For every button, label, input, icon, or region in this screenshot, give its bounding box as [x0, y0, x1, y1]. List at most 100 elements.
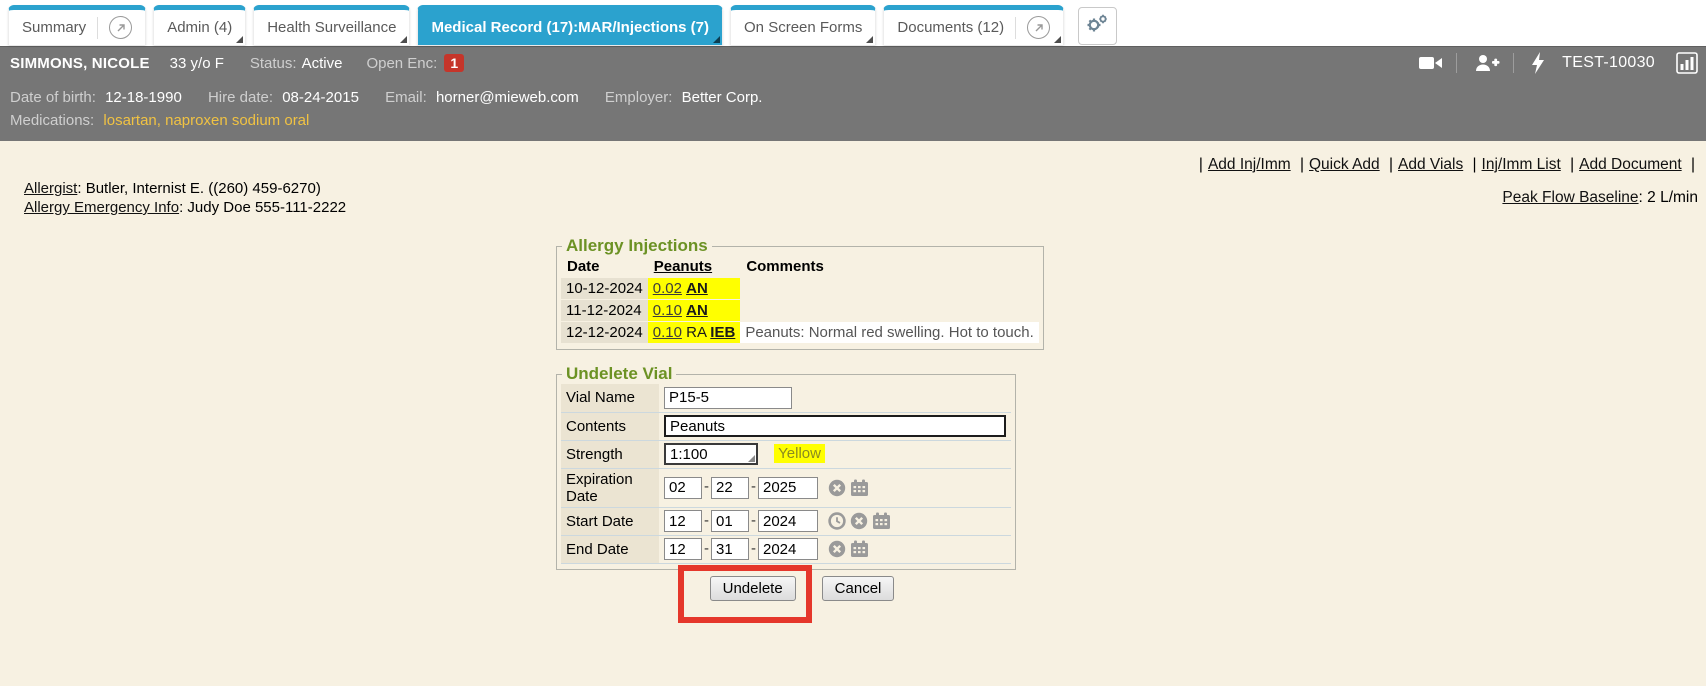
- calendar-icon[interactable]: [850, 479, 869, 497]
- expiration-date-cell: --: [659, 468, 1011, 507]
- dropdown-fold-icon: [866, 36, 873, 43]
- medication-separator: ,: [157, 112, 165, 129]
- circle-x-icon[interactable]: [828, 540, 846, 558]
- injection-date: 10-12-2024: [561, 278, 648, 299]
- allergy-emergency-info-link[interactable]: Allergy Emergency Info: [24, 199, 179, 216]
- start-date-cell: --: [659, 507, 1011, 535]
- dropdown-fold-icon: [236, 36, 243, 43]
- employer-value: Better Corp.: [682, 89, 763, 106]
- divider: [1513, 53, 1514, 73]
- lightning-icon[interactable]: [1531, 52, 1545, 74]
- tab-admin[interactable]: Admin (4): [153, 5, 246, 45]
- hire-date-label: Hire date:: [208, 89, 273, 106]
- settings-button[interactable]: [1078, 7, 1117, 45]
- form-row-start-date: Start Date --: [561, 507, 1011, 535]
- start-year-input[interactable]: [758, 510, 818, 532]
- column-comments: Comments: [740, 257, 1038, 277]
- table-row: 12-12-2024 0.10 RA IEB Peanuts: Normal r…: [561, 322, 1039, 343]
- patient-age-sex: 33 y/o F: [170, 55, 224, 72]
- separator: |: [1570, 156, 1574, 173]
- expiration-date-label: Expiration Date: [561, 468, 659, 507]
- cancel-button[interactable]: Cancel: [822, 576, 895, 601]
- tab-summary[interactable]: Summary: [8, 5, 146, 45]
- dob-label: Date of birth:: [10, 89, 96, 106]
- video-camera-icon[interactable]: [1419, 54, 1443, 72]
- medication-link-losartan[interactable]: losartan: [103, 112, 156, 129]
- start-day-input[interactable]: [711, 510, 749, 532]
- bar-chart-icon[interactable]: [1676, 52, 1698, 74]
- separator: |: [1389, 156, 1393, 173]
- table-header-row: Date Peanuts Comments: [561, 257, 1039, 277]
- add-inj-imm-link[interactable]: Add Inj/Imm: [1208, 156, 1291, 173]
- resize-grip-icon[interactable]: [748, 455, 755, 462]
- start-date-label: Start Date: [561, 507, 659, 535]
- dose-link[interactable]: 0.10: [653, 302, 682, 319]
- tab-bar: Summary Admin (4) Health Surveillance Me…: [0, 0, 1706, 46]
- separator: |: [1691, 156, 1695, 173]
- strength-label: Strength: [561, 440, 659, 468]
- quick-add-link[interactable]: Quick Add: [1309, 156, 1380, 173]
- calendar-icon[interactable]: [872, 512, 891, 530]
- form-row-vial-name: Vial Name: [561, 384, 1011, 412]
- separator: |: [1300, 156, 1304, 173]
- end-year-input[interactable]: [758, 538, 818, 560]
- column-date: Date: [561, 257, 648, 277]
- start-month-input[interactable]: [664, 510, 702, 532]
- open-enc-badge[interactable]: 1: [444, 54, 464, 72]
- tab-medical-record[interactable]: Medical Record (17):MAR/Injections (7): [417, 5, 723, 45]
- tab-divider: [1015, 17, 1016, 39]
- tab-health-surveillance[interactable]: Health Surveillance: [253, 5, 410, 45]
- end-day-input[interactable]: [711, 538, 749, 560]
- expiration-year-input[interactable]: [758, 477, 818, 499]
- allergist-link[interactable]: Allergist: [24, 180, 77, 197]
- circle-x-icon[interactable]: [828, 479, 846, 497]
- end-month-input[interactable]: [664, 538, 702, 560]
- form-buttons: Undelete Cancel: [556, 565, 1016, 623]
- strength-input[interactable]: [664, 443, 758, 465]
- circle-x-icon[interactable]: [850, 512, 868, 530]
- patient-bar-actions: TEST-10030: [1415, 52, 1698, 74]
- strength-cell: Yellow: [659, 440, 1011, 468]
- reaction-code-link[interactable]: AN: [686, 302, 708, 319]
- popout-arrow-icon[interactable]: [109, 16, 132, 39]
- date-separator: -: [704, 512, 709, 529]
- undelete-button[interactable]: Undelete: [710, 576, 796, 601]
- calendar-icon[interactable]: [850, 540, 869, 558]
- injection-date: 12-12-2024: [561, 322, 648, 343]
- form-row-contents: Contents: [561, 412, 1011, 440]
- injection-dose-cell: 0.10 RA IEB: [648, 322, 741, 343]
- dose-link[interactable]: 0.10: [653, 324, 682, 341]
- patient-header-bar: SIMMONS, NICOLE 33 y/o F Status: Active …: [0, 46, 1706, 79]
- allergy-emergency-line: Allergy Emergency Info: Judy Doe 555-111…: [24, 198, 346, 217]
- column-peanuts-link[interactable]: Peanuts: [648, 257, 741, 277]
- date-separator: -: [704, 478, 709, 495]
- tab-on-screen-forms[interactable]: On Screen Forms: [730, 5, 876, 45]
- dob-value: 12-18-1990: [105, 89, 182, 106]
- form-row-strength: Strength Yellow: [561, 440, 1011, 468]
- contents-input[interactable]: [664, 415, 1006, 437]
- reaction-code-link[interactable]: IEB: [710, 324, 735, 341]
- reaction-code: RA: [686, 324, 706, 341]
- reaction-code-link[interactable]: AN: [686, 280, 708, 297]
- tab-documents[interactable]: Documents (12): [883, 5, 1064, 45]
- medication-link-naproxen[interactable]: naproxen sodium oral: [165, 112, 309, 129]
- hire-date-value: 08-24-2015: [282, 89, 359, 106]
- add-document-link[interactable]: Add Document: [1579, 156, 1682, 173]
- vial-name-input[interactable]: [664, 387, 792, 409]
- undelete-vial-form: Vial Name Contents Strength Yel: [561, 384, 1011, 564]
- patient-name: SIMMONS, NICOLE: [10, 55, 150, 72]
- end-date-cell: --: [659, 535, 1011, 563]
- peak-flow-baseline-link[interactable]: Peak Flow Baseline: [1502, 189, 1638, 206]
- date-separator: -: [704, 540, 709, 557]
- expiration-month-input[interactable]: [664, 477, 702, 499]
- injection-dose-cell: 0.02 AN: [648, 278, 741, 299]
- inj-imm-list-link[interactable]: Inj/Imm List: [1482, 156, 1561, 173]
- dose-link[interactable]: 0.02: [653, 280, 682, 297]
- person-plus-icon[interactable]: [1474, 53, 1500, 73]
- popout-arrow-icon[interactable]: [1027, 16, 1050, 39]
- form-row-expiration-date: Expiration Date --: [561, 468, 1011, 507]
- add-vials-link[interactable]: Add Vials: [1398, 156, 1463, 173]
- expiration-day-input[interactable]: [711, 477, 749, 499]
- employer-label: Employer:: [605, 89, 673, 106]
- clock-icon[interactable]: [828, 512, 846, 530]
